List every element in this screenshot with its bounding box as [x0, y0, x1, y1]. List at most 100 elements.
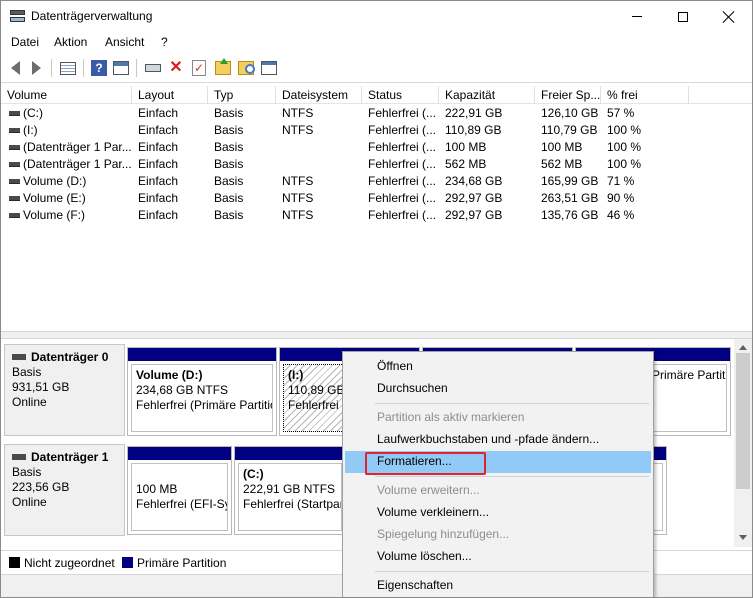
- connect-drive-icon: [145, 64, 161, 72]
- column-header-typ[interactable]: Typ: [208, 86, 276, 104]
- menu-item-volume-loeschen[interactable]: Volume löschen...: [345, 546, 651, 568]
- cell-typ: Basis: [214, 106, 244, 120]
- scroll-up-icon[interactable]: [739, 345, 747, 350]
- cell-typ: Basis: [214, 123, 244, 137]
- column-header-volume[interactable]: Volume: [1, 86, 132, 104]
- scroll-down-icon[interactable]: [739, 535, 747, 540]
- table-row[interactable]: (C:) Einfach Basis NTFS Fehlerfrei (... 222,9…: [1, 105, 752, 122]
- partition-status: Fehlerfrei (Primäre Partition: [136, 398, 273, 412]
- partition-detail: 100 MB: [136, 482, 178, 496]
- minimize-button[interactable]: [614, 1, 660, 32]
- partition-name: Volume (D:): [136, 368, 203, 382]
- cell-freier-speicher: 135,76 GB: [541, 208, 599, 222]
- cell-volume: (Datenträger 1 Par...: [23, 140, 131, 154]
- disk-0-state: Online: [12, 395, 47, 409]
- partition-detail: 222,91 GB NTFS: [243, 482, 336, 496]
- search-folder-icon: [238, 61, 255, 75]
- cell-volume: Volume (F:): [23, 208, 86, 222]
- help-icon: ?: [91, 60, 107, 76]
- delete-button[interactable]: ✕: [167, 59, 185, 77]
- menu-item-spiegelung[interactable]: Spiegelung hinzufügen...: [345, 524, 651, 546]
- context-menu: Öffnen Durchsuchen Partition als aktiv m…: [342, 351, 654, 597]
- partition-type-bar: [128, 348, 276, 361]
- title-bar[interactable]: Datenträgerverwaltung: [1, 1, 752, 32]
- cell-dateisystem: NTFS: [282, 106, 314, 120]
- disk-1-type: Basis: [12, 465, 42, 479]
- cell-typ: Basis: [214, 174, 244, 188]
- legend-label-primary: Primäre Partition: [137, 556, 227, 570]
- properties-button[interactable]: [112, 59, 130, 77]
- disk-1-info[interactable]: Datenträger 1 Basis 223,56 GB Online: [4, 444, 125, 536]
- menu-separator: [375, 403, 649, 404]
- menu-aktion[interactable]: Aktion: [54, 35, 87, 49]
- column-header-prozent-frei[interactable]: % frei: [601, 86, 689, 104]
- disk-view-scrollbar[interactable]: [734, 339, 752, 547]
- cell-status: Fehlerfrei (...: [368, 174, 437, 188]
- menu-item-volume-erweitern[interactable]: Volume erweitern...: [345, 480, 651, 502]
- cell-status: Fehlerfrei (...: [368, 191, 437, 205]
- menu-help[interactable]: ?: [161, 35, 168, 49]
- cell-prozent-frei: 100 %: [607, 157, 642, 171]
- column-header-freier-speicher[interactable]: Freier Sp...: [535, 86, 601, 104]
- cell-layout: Einfach: [138, 191, 179, 205]
- partition-volume-d[interactable]: Volume (D:) 234,68 GB NTFS Fehlerfrei (P…: [127, 347, 277, 436]
- disk-0-name: Datenträger 0: [12, 350, 124, 365]
- up-folder-button[interactable]: [214, 58, 232, 77]
- menu-item-laufwerkbuchstaben[interactable]: Laufwerkbuchstaben und -pfade ändern...: [345, 429, 651, 451]
- minimize-icon: [632, 16, 642, 17]
- legend-swatch-unallocated: [9, 557, 20, 568]
- cell-volume: Volume (D:): [23, 174, 87, 188]
- partition-detail: 234,68 GB NTFS: [136, 383, 229, 397]
- menu-item-durchsuchen[interactable]: Durchsuchen: [345, 378, 651, 400]
- volume-list[interactable]: Volume Layout Typ Dateisystem Status Kap…: [1, 86, 752, 331]
- connect-drive-button[interactable]: [144, 59, 162, 77]
- table-row[interactable]: (Datenträger 1 Par... Einfach Basis Fehlerf…: [1, 139, 752, 156]
- partition-efi[interactable]: 100 MB Fehlerfrei (EFI-Sys: [127, 446, 232, 535]
- table-row[interactable]: (Datenträger 1 Par... Einfach Basis Fehlerf…: [1, 156, 752, 173]
- menu-item-partition-aktiv[interactable]: Partition als aktiv markieren: [345, 407, 651, 429]
- maximize-button[interactable]: [660, 1, 706, 32]
- volume-icon: [9, 111, 20, 116]
- cell-kapazitaet: 234,68 GB: [445, 174, 503, 188]
- delete-icon: ✕: [169, 59, 183, 76]
- table-row[interactable]: Volume (E:) Einfach Basis NTFS Fehlerfrei (.…: [1, 190, 752, 207]
- window-button[interactable]: [260, 59, 278, 77]
- menu-datei[interactable]: Datei: [11, 35, 39, 49]
- table-row[interactable]: (I:) Einfach Basis NTFS Fehlerfrei (... 110,8…: [1, 122, 752, 139]
- forward-button[interactable]: [27, 59, 45, 77]
- menu-item-eigenschaften[interactable]: Eigenschaften: [345, 575, 651, 597]
- menu-item-volume-verkleinern[interactable]: Volume verkleinern...: [345, 502, 651, 524]
- back-button[interactable]: [6, 59, 24, 77]
- list-view-button[interactable]: [59, 59, 77, 77]
- cell-prozent-frei: 71 %: [607, 174, 635, 188]
- cell-dateisystem: NTFS: [282, 191, 314, 205]
- check-button[interactable]: ✓: [190, 59, 208, 77]
- column-header-kapazitaet[interactable]: Kapazität: [439, 86, 535, 104]
- close-button[interactable]: [706, 1, 752, 32]
- close-icon: [723, 11, 735, 23]
- forward-arrow-icon: [31, 61, 41, 75]
- cell-kapazitaet: 110,89 GB: [445, 123, 502, 137]
- search-folder-button[interactable]: [237, 59, 255, 77]
- column-header-dateisystem[interactable]: Dateisystem: [276, 86, 362, 104]
- cell-kapazitaet: 222,91 GB: [445, 106, 503, 120]
- toolbar: ? ✕ ✓: [1, 53, 752, 83]
- table-row[interactable]: Volume (D:) Einfach Basis NTFS Fehlerfrei (.…: [1, 173, 752, 190]
- menu-ansicht[interactable]: Ansicht: [105, 35, 144, 49]
- partition-volume-c[interactable]: (C:) 222,91 GB NTFS Fehlerfrei (Startpar…: [234, 446, 346, 535]
- column-header-layout[interactable]: Layout: [132, 86, 208, 104]
- cell-kapazitaet: 100 MB: [445, 140, 487, 154]
- up-folder-icon: [215, 58, 231, 75]
- volume-icon: [9, 128, 20, 133]
- cell-prozent-frei: 100 %: [607, 123, 642, 137]
- scroll-thumb[interactable]: [736, 353, 750, 489]
- cell-kapazitaet: 292,97 GB: [445, 191, 503, 205]
- pane-splitter[interactable]: [1, 331, 752, 339]
- table-row[interactable]: Volume (F:) Einfach Basis NTFS Fehlerfrei (.…: [1, 207, 752, 224]
- column-header-status[interactable]: Status: [362, 86, 439, 104]
- help-button[interactable]: ?: [90, 59, 108, 77]
- disk-0-type: Basis: [12, 365, 42, 379]
- disk-0-info[interactable]: Datenträger 0 Basis 931,51 GB Online: [4, 344, 125, 436]
- cell-layout: Einfach: [138, 208, 179, 222]
- menu-item-oeffnen[interactable]: Öffnen: [345, 356, 651, 378]
